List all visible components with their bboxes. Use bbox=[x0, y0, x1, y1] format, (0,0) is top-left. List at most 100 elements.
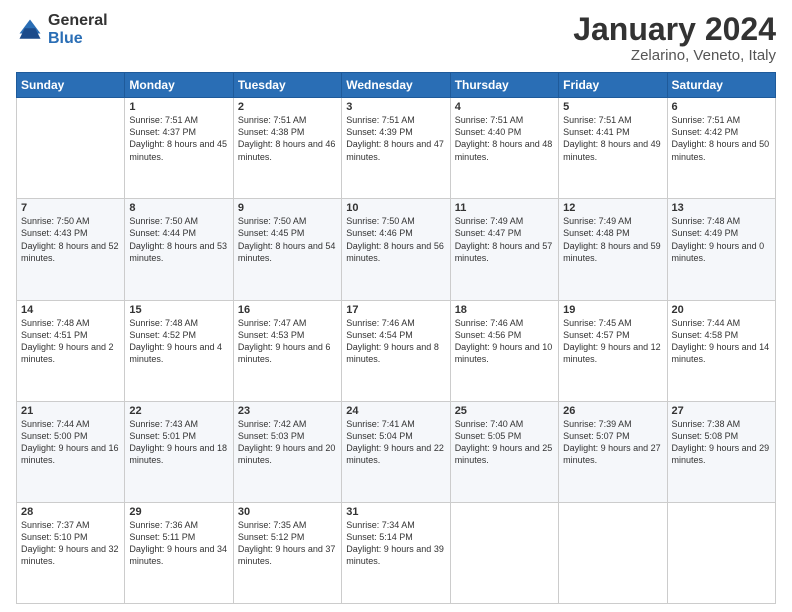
day-info: Sunrise: 7:44 AMSunset: 5:00 PMDaylight:… bbox=[21, 418, 120, 467]
day-info: Sunrise: 7:51 AMSunset: 4:40 PMDaylight:… bbox=[455, 114, 554, 163]
day-number: 19 bbox=[563, 304, 662, 316]
calendar-cell bbox=[559, 502, 667, 603]
day-number: 18 bbox=[455, 304, 554, 316]
week-row-2: 14Sunrise: 7:48 AMSunset: 4:51 PMDayligh… bbox=[17, 300, 776, 401]
calendar-cell: 21Sunrise: 7:44 AMSunset: 5:00 PMDayligh… bbox=[17, 401, 125, 502]
calendar-cell: 29Sunrise: 7:36 AMSunset: 5:11 PMDayligh… bbox=[125, 502, 233, 603]
day-number: 13 bbox=[672, 202, 771, 214]
calendar-cell bbox=[17, 98, 125, 199]
calendar-table: Sunday Monday Tuesday Wednesday Thursday… bbox=[16, 72, 776, 604]
day-info: Sunrise: 7:49 AMSunset: 4:47 PMDaylight:… bbox=[455, 215, 554, 264]
page-container: General Blue January 2024 Zelarino, Vene… bbox=[0, 0, 792, 612]
col-tuesday: Tuesday bbox=[233, 73, 341, 98]
day-number: 15 bbox=[129, 304, 228, 316]
calendar-cell: 30Sunrise: 7:35 AMSunset: 5:12 PMDayligh… bbox=[233, 502, 341, 603]
calendar-cell: 14Sunrise: 7:48 AMSunset: 4:51 PMDayligh… bbox=[17, 300, 125, 401]
day-number: 22 bbox=[129, 405, 228, 417]
day-info: Sunrise: 7:48 AMSunset: 4:52 PMDaylight:… bbox=[129, 317, 228, 366]
calendar-cell: 4Sunrise: 7:51 AMSunset: 4:40 PMDaylight… bbox=[450, 98, 558, 199]
day-info: Sunrise: 7:42 AMSunset: 5:03 PMDaylight:… bbox=[238, 418, 337, 467]
day-number: 7 bbox=[21, 202, 120, 214]
day-info: Sunrise: 7:45 AMSunset: 4:57 PMDaylight:… bbox=[563, 317, 662, 366]
week-row-3: 21Sunrise: 7:44 AMSunset: 5:00 PMDayligh… bbox=[17, 401, 776, 502]
calendar-cell: 25Sunrise: 7:40 AMSunset: 5:05 PMDayligh… bbox=[450, 401, 558, 502]
calendar-cell: 3Sunrise: 7:51 AMSunset: 4:39 PMDaylight… bbox=[342, 98, 450, 199]
logo-icon bbox=[16, 16, 44, 44]
col-sunday: Sunday bbox=[17, 73, 125, 98]
day-number: 3 bbox=[346, 101, 445, 113]
calendar-cell: 16Sunrise: 7:47 AMSunset: 4:53 PMDayligh… bbox=[233, 300, 341, 401]
day-number: 4 bbox=[455, 101, 554, 113]
day-number: 23 bbox=[238, 405, 337, 417]
day-number: 2 bbox=[238, 101, 337, 113]
day-info: Sunrise: 7:46 AMSunset: 4:54 PMDaylight:… bbox=[346, 317, 445, 366]
day-info: Sunrise: 7:48 AMSunset: 4:51 PMDaylight:… bbox=[21, 317, 120, 366]
col-saturday: Saturday bbox=[667, 73, 775, 98]
day-info: Sunrise: 7:51 AMSunset: 4:42 PMDaylight:… bbox=[672, 114, 771, 163]
day-info: Sunrise: 7:35 AMSunset: 5:12 PMDaylight:… bbox=[238, 519, 337, 568]
day-info: Sunrise: 7:51 AMSunset: 4:39 PMDaylight:… bbox=[346, 114, 445, 163]
calendar-cell: 5Sunrise: 7:51 AMSunset: 4:41 PMDaylight… bbox=[559, 98, 667, 199]
calendar-cell: 9Sunrise: 7:50 AMSunset: 4:45 PMDaylight… bbox=[233, 199, 341, 300]
calendar-cell: 20Sunrise: 7:44 AMSunset: 4:58 PMDayligh… bbox=[667, 300, 775, 401]
day-info: Sunrise: 7:40 AMSunset: 5:05 PMDaylight:… bbox=[455, 418, 554, 467]
main-title: January 2024 bbox=[573, 12, 776, 47]
calendar-cell: 19Sunrise: 7:45 AMSunset: 4:57 PMDayligh… bbox=[559, 300, 667, 401]
subtitle: Zelarino, Veneto, Italy bbox=[573, 47, 776, 64]
logo-text: General Blue bbox=[48, 12, 108, 47]
calendar-cell bbox=[667, 502, 775, 603]
day-info: Sunrise: 7:46 AMSunset: 4:56 PMDaylight:… bbox=[455, 317, 554, 366]
day-number: 28 bbox=[21, 506, 120, 518]
day-number: 17 bbox=[346, 304, 445, 316]
day-info: Sunrise: 7:50 AMSunset: 4:46 PMDaylight:… bbox=[346, 215, 445, 264]
logo: General Blue bbox=[16, 12, 108, 47]
title-block: January 2024 Zelarino, Veneto, Italy bbox=[573, 12, 776, 64]
calendar-cell: 11Sunrise: 7:49 AMSunset: 4:47 PMDayligh… bbox=[450, 199, 558, 300]
day-number: 12 bbox=[563, 202, 662, 214]
day-info: Sunrise: 7:49 AMSunset: 4:48 PMDaylight:… bbox=[563, 215, 662, 264]
day-number: 11 bbox=[455, 202, 554, 214]
day-info: Sunrise: 7:50 AMSunset: 4:45 PMDaylight:… bbox=[238, 215, 337, 264]
day-info: Sunrise: 7:51 AMSunset: 4:41 PMDaylight:… bbox=[563, 114, 662, 163]
day-number: 8 bbox=[129, 202, 228, 214]
day-info: Sunrise: 7:38 AMSunset: 5:08 PMDaylight:… bbox=[672, 418, 771, 467]
day-number: 20 bbox=[672, 304, 771, 316]
day-number: 31 bbox=[346, 506, 445, 518]
week-row-4: 28Sunrise: 7:37 AMSunset: 5:10 PMDayligh… bbox=[17, 502, 776, 603]
calendar-cell: 2Sunrise: 7:51 AMSunset: 4:38 PMDaylight… bbox=[233, 98, 341, 199]
day-number: 6 bbox=[672, 101, 771, 113]
calendar-cell bbox=[450, 502, 558, 603]
calendar-cell: 22Sunrise: 7:43 AMSunset: 5:01 PMDayligh… bbox=[125, 401, 233, 502]
calendar-cell: 12Sunrise: 7:49 AMSunset: 4:48 PMDayligh… bbox=[559, 199, 667, 300]
calendar-cell: 13Sunrise: 7:48 AMSunset: 4:49 PMDayligh… bbox=[667, 199, 775, 300]
day-number: 5 bbox=[563, 101, 662, 113]
calendar-cell: 24Sunrise: 7:41 AMSunset: 5:04 PMDayligh… bbox=[342, 401, 450, 502]
day-number: 29 bbox=[129, 506, 228, 518]
header: General Blue January 2024 Zelarino, Vene… bbox=[16, 12, 776, 64]
calendar-cell: 27Sunrise: 7:38 AMSunset: 5:08 PMDayligh… bbox=[667, 401, 775, 502]
logo-blue: Blue bbox=[48, 30, 108, 48]
calendar-cell: 23Sunrise: 7:42 AMSunset: 5:03 PMDayligh… bbox=[233, 401, 341, 502]
col-wednesday: Wednesday bbox=[342, 73, 450, 98]
calendar-cell: 26Sunrise: 7:39 AMSunset: 5:07 PMDayligh… bbox=[559, 401, 667, 502]
col-friday: Friday bbox=[559, 73, 667, 98]
calendar-cell: 7Sunrise: 7:50 AMSunset: 4:43 PMDaylight… bbox=[17, 199, 125, 300]
day-info: Sunrise: 7:41 AMSunset: 5:04 PMDaylight:… bbox=[346, 418, 445, 467]
day-info: Sunrise: 7:34 AMSunset: 5:14 PMDaylight:… bbox=[346, 519, 445, 568]
day-info: Sunrise: 7:51 AMSunset: 4:37 PMDaylight:… bbox=[129, 114, 228, 163]
col-monday: Monday bbox=[125, 73, 233, 98]
day-info: Sunrise: 7:48 AMSunset: 4:49 PMDaylight:… bbox=[672, 215, 771, 264]
calendar-cell: 31Sunrise: 7:34 AMSunset: 5:14 PMDayligh… bbox=[342, 502, 450, 603]
calendar-cell: 18Sunrise: 7:46 AMSunset: 4:56 PMDayligh… bbox=[450, 300, 558, 401]
day-info: Sunrise: 7:36 AMSunset: 5:11 PMDaylight:… bbox=[129, 519, 228, 568]
day-number: 10 bbox=[346, 202, 445, 214]
calendar-cell: 28Sunrise: 7:37 AMSunset: 5:10 PMDayligh… bbox=[17, 502, 125, 603]
calendar-cell: 1Sunrise: 7:51 AMSunset: 4:37 PMDaylight… bbox=[125, 98, 233, 199]
week-row-0: 1Sunrise: 7:51 AMSunset: 4:37 PMDaylight… bbox=[17, 98, 776, 199]
day-number: 16 bbox=[238, 304, 337, 316]
day-number: 27 bbox=[672, 405, 771, 417]
day-number: 9 bbox=[238, 202, 337, 214]
col-thursday: Thursday bbox=[450, 73, 558, 98]
day-info: Sunrise: 7:50 AMSunset: 4:44 PMDaylight:… bbox=[129, 215, 228, 264]
calendar-cell: 8Sunrise: 7:50 AMSunset: 4:44 PMDaylight… bbox=[125, 199, 233, 300]
